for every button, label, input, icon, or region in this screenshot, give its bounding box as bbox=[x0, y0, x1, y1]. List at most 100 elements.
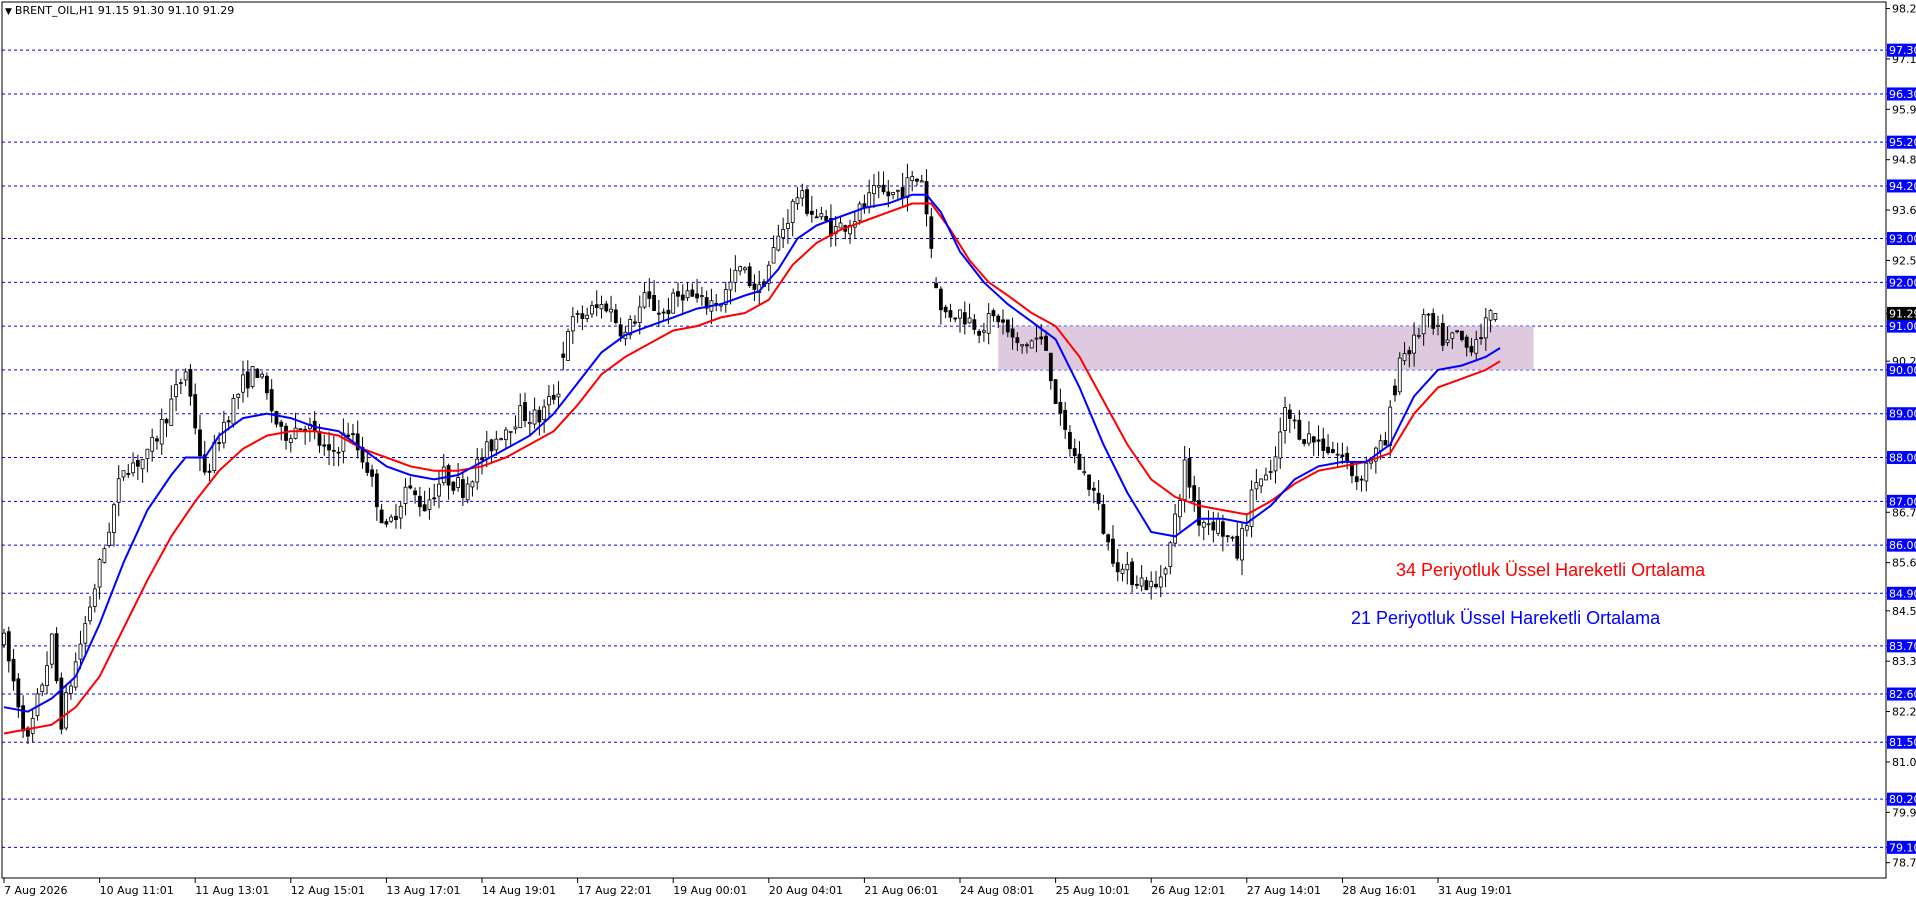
candle-body bbox=[193, 394, 198, 429]
candle-body bbox=[652, 294, 656, 311]
candle-body bbox=[1044, 335, 1048, 351]
candle-body bbox=[1005, 319, 1010, 333]
candle-body bbox=[1460, 330, 1464, 340]
candle-body bbox=[1015, 337, 1020, 344]
candle-body bbox=[867, 192, 872, 208]
candle-body bbox=[1440, 322, 1445, 346]
candle-body bbox=[1364, 462, 1369, 482]
candle-body bbox=[1068, 431, 1072, 450]
candle-body bbox=[838, 222, 843, 229]
symbol-header[interactable]: ▼ BRENT_OIL,H1 91.15 91.30 91.10 91.29 bbox=[5, 4, 234, 17]
candle-body bbox=[809, 210, 814, 215]
candle-body bbox=[317, 431, 322, 446]
candle-body bbox=[1264, 474, 1268, 481]
candle-body bbox=[413, 490, 417, 496]
candle-body bbox=[188, 368, 193, 397]
candle-body bbox=[1063, 409, 1068, 430]
candle-body bbox=[1316, 439, 1321, 442]
symbol-info: BRENT_OIL,H1 91.15 91.30 91.10 91.29 bbox=[14, 4, 235, 17]
candle-body bbox=[1211, 521, 1216, 531]
candle-body bbox=[1426, 313, 1431, 316]
candle-body bbox=[752, 283, 757, 290]
candle-body bbox=[1106, 534, 1111, 543]
candle-body bbox=[699, 295, 704, 297]
candle-body bbox=[900, 187, 905, 199]
candle-body bbox=[1034, 337, 1039, 340]
candle-body bbox=[1025, 344, 1029, 347]
candle-body bbox=[255, 368, 260, 379]
candle-body bbox=[924, 181, 929, 215]
candle-body bbox=[327, 444, 331, 451]
candle-body bbox=[1173, 513, 1177, 544]
candle-body bbox=[551, 394, 556, 400]
candle-body bbox=[1393, 385, 1397, 396]
time-tick-label: 24 Aug 08:01 bbox=[960, 884, 1034, 897]
candle-body bbox=[805, 189, 809, 214]
candle-body bbox=[1096, 492, 1101, 504]
candle-body bbox=[800, 190, 805, 199]
candle-body bbox=[456, 477, 461, 488]
candle-body bbox=[1120, 568, 1125, 574]
candle-body bbox=[561, 353, 566, 358]
price-axis[interactable]: 98.2597.3097.1096.3095.9595.2094.8094.20… bbox=[1886, 3, 1916, 870]
price-tick-label: 92.50 bbox=[1892, 254, 1916, 267]
candle-body bbox=[1087, 474, 1091, 490]
candle-body bbox=[1115, 562, 1120, 573]
candle-body bbox=[929, 216, 934, 249]
candle-body bbox=[164, 418, 169, 424]
candle-body bbox=[1154, 583, 1158, 588]
candle-body bbox=[417, 495, 422, 508]
candle-body bbox=[1287, 409, 1292, 419]
candle-body bbox=[1340, 454, 1345, 457]
candle-body bbox=[398, 506, 403, 519]
candle-body bbox=[982, 330, 986, 333]
candle-body bbox=[1407, 350, 1412, 355]
candle-body bbox=[365, 462, 370, 473]
time-tick-label: 19 Aug 00:01 bbox=[673, 884, 747, 897]
candle-body bbox=[446, 465, 451, 486]
triangle-down-icon[interactable]: ▼ bbox=[5, 7, 12, 17]
candle-body bbox=[1206, 523, 1211, 526]
time-tick-label: 12 Aug 15:01 bbox=[291, 884, 365, 897]
candle-body bbox=[1216, 518, 1221, 534]
candle-body bbox=[523, 402, 527, 422]
candle-body bbox=[1326, 446, 1330, 453]
candle-body bbox=[54, 633, 59, 682]
candle-body bbox=[604, 303, 609, 312]
candle-body bbox=[580, 313, 585, 319]
level-price-label: 87.00 bbox=[1889, 495, 1916, 508]
price-chart[interactable]: 98.2597.3097.1096.3095.9595.2094.8094.20… bbox=[0, 0, 1916, 902]
candle-body bbox=[1297, 419, 1302, 440]
candle-body bbox=[996, 315, 1001, 323]
candle-body bbox=[776, 235, 781, 251]
candle-body bbox=[1029, 340, 1034, 349]
candle-body bbox=[1335, 453, 1340, 456]
candle-body bbox=[241, 374, 245, 393]
candle-body bbox=[231, 397, 236, 425]
time-tick-label: 7 Aug 2026 bbox=[4, 884, 67, 897]
time-axis[interactable]: 7 Aug 2026 10 Aug 11:01 11 Aug 13:01 12 Aug… bbox=[3, 878, 1512, 897]
chart-area[interactable]: 98.2597.3097.1096.3095.9595.2094.8094.20… bbox=[0, 0, 1916, 902]
candle-body bbox=[6, 631, 11, 662]
time-tick-label: 11 Aug 13:01 bbox=[195, 884, 269, 897]
candle-body bbox=[1383, 440, 1388, 446]
candle-body bbox=[384, 521, 389, 525]
candle-body bbox=[953, 317, 958, 320]
candle-body bbox=[269, 389, 274, 412]
candle-body bbox=[293, 427, 298, 439]
candle-body bbox=[590, 305, 594, 315]
candle-body bbox=[78, 643, 83, 660]
candle-body bbox=[919, 180, 924, 183]
candle-body bbox=[1168, 542, 1173, 567]
candle-body bbox=[288, 438, 293, 444]
candle-body bbox=[967, 317, 972, 324]
candle-body bbox=[1330, 449, 1335, 454]
candle-body bbox=[566, 331, 570, 361]
candle-body bbox=[747, 266, 752, 287]
candle-body bbox=[986, 313, 991, 334]
candle-body bbox=[1182, 459, 1187, 500]
candle-body bbox=[274, 411, 279, 425]
candle-body bbox=[97, 559, 102, 588]
candle-body bbox=[503, 429, 508, 441]
candle-body bbox=[1283, 407, 1287, 431]
